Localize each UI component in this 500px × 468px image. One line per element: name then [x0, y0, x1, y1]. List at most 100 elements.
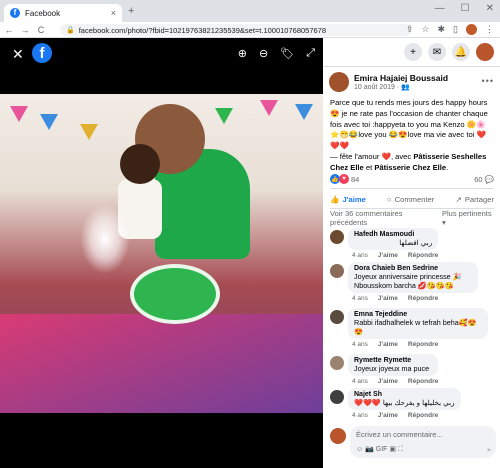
- new-tab-button[interactable]: +: [128, 5, 134, 17]
- child-head: [120, 144, 160, 184]
- post-header: Emira Hajaiej Boussaid 10 août 2019 · 👥: [329, 72, 448, 92]
- back-button[interactable]: ←: [2, 25, 16, 35]
- post-body: Parce que tu rends mes jours des happy h…: [330, 98, 488, 151]
- extensions-icon[interactable]: ✱: [438, 24, 446, 35]
- comment-bubble: Rymette Rymette Joyeux joyeux ma puce: [348, 354, 439, 376]
- divider: [330, 188, 494, 189]
- reaction-icons[interactable]: 👍 ♥ 84: [330, 174, 359, 184]
- comment-time[interactable]: 4 ans: [352, 252, 368, 259]
- post-actions: 👍 J'aime ○ Commenter ↗ Partager: [330, 192, 494, 206]
- minimize-button[interactable]: —: [435, 3, 445, 14]
- comment-time[interactable]: 4 ans: [352, 412, 368, 419]
- comment-item: Dora Chaieb Ben Sedrine Joyeux anniversa…: [330, 262, 478, 302]
- browser-menu-icon[interactable]: ⋮: [485, 24, 494, 35]
- forward-button[interactable]: →: [18, 25, 32, 35]
- see-previous-comments[interactable]: Voir 36 commentaires précédents: [330, 209, 430, 227]
- tagged-page-link[interactable]: Pâtisserie Chez Elle: [374, 163, 446, 172]
- commenter-avatar[interactable]: [330, 230, 344, 244]
- my-avatar[interactable]: [330, 428, 346, 444]
- post-end: .: [446, 162, 449, 172]
- author-name[interactable]: Emira Hajaiej Boussaid: [354, 73, 448, 83]
- comment-bubble: Emna Tejeddine Rabbi ifadhalhelek w tefr…: [348, 308, 488, 339]
- composer-icons[interactable]: ☺ 📷 GIF ▣ ⛶: [356, 445, 403, 454]
- comment-like-link[interactable]: J'aime: [378, 412, 398, 419]
- viewer-toolbar: ⊕ ⊖ 🏷 ⤢: [238, 47, 315, 60]
- comment-like-link[interactable]: J'aime: [378, 378, 398, 385]
- post-date[interactable]: 10 août 2019 · 👥: [354, 83, 448, 91]
- post-side-panel: + ✉ 🔔 Emira Hajaiej Boussaid 10 août 201…: [323, 38, 500, 468]
- browser-tab-bar: f Facebook × + — ☐ ✕: [0, 0, 500, 22]
- commenter-name[interactable]: Hafedh Masmoudi: [354, 231, 432, 238]
- comment-reply-link[interactable]: Répondre: [408, 341, 438, 348]
- comment-label: Commenter: [394, 194, 435, 204]
- comment-like-link[interactable]: J'aime: [378, 295, 398, 302]
- commenter-name[interactable]: Dora Chaieb Ben Sedrine: [354, 265, 472, 272]
- address-bar-row: ← → C 🔒 facebook.com/photo/?fbid=1021976…: [0, 22, 500, 38]
- comment-reply-link[interactable]: Répondre: [408, 378, 438, 385]
- comment-time[interactable]: 4 ans: [352, 295, 368, 302]
- sort-comments-dropdown[interactable]: Plus pertinents ▾: [442, 209, 494, 227]
- commenter-name[interactable]: Najet Sh: [354, 391, 455, 398]
- bunting-flag: [295, 104, 313, 120]
- comment-text: Rabbi ifadhalhelek w tefrah beha🥰😍😍: [354, 318, 477, 336]
- comment-item: Emna Tejeddine Rabbi ifadhalhelek w tefr…: [330, 308, 488, 348]
- comment-button[interactable]: ○ Commenter: [387, 195, 434, 204]
- close-viewer-icon[interactable]: ✕: [12, 46, 24, 63]
- comment-bubble: Najet Sh ❤️❤️❤️ ربي يخليلها و يفرحك بيها: [348, 388, 461, 410]
- tag-icon[interactable]: 🏷: [280, 47, 294, 60]
- commenter-avatar[interactable]: [330, 310, 344, 324]
- zoom-out-icon[interactable]: ⊖: [259, 47, 268, 60]
- comment-time[interactable]: 4 ans: [352, 341, 368, 348]
- account-avatar[interactable]: [476, 43, 494, 61]
- share-button[interactable]: ↗ Partager: [455, 195, 494, 204]
- reload-button[interactable]: C: [34, 25, 48, 35]
- bookmark-star-icon[interactable]: ☆: [421, 24, 429, 35]
- comment-like-link[interactable]: J'aime: [378, 252, 398, 259]
- sidebar-icon[interactable]: ▯: [453, 24, 458, 35]
- reactions-summary: 👍 ♥ 84 60 💬: [330, 173, 494, 185]
- commenter-name[interactable]: Rymette Rymette: [354, 357, 432, 364]
- comment-time[interactable]: 4 ans: [352, 378, 368, 385]
- commenter-avatar[interactable]: [330, 356, 344, 370]
- divider: [323, 66, 500, 67]
- post-photo[interactable]: [0, 94, 323, 413]
- commenter-avatar[interactable]: [330, 264, 344, 278]
- facebook-logo-icon[interactable]: f: [32, 43, 52, 63]
- url-bar[interactable]: 🔒 facebook.com/photo/?fbid=1021976382123…: [60, 24, 412, 36]
- messenger-icon[interactable]: ✉: [428, 43, 446, 61]
- fullscreen-icon[interactable]: ⤢: [306, 47, 315, 60]
- zoom-in-icon[interactable]: ⊕: [238, 47, 247, 60]
- comment-text: Joyeux joyeux ma puce: [354, 364, 430, 373]
- profile-avatar[interactable]: [466, 24, 477, 35]
- comment-meta: 4 ans J'aime Répondre: [348, 295, 478, 302]
- thumbs-up-icon: 👍: [330, 194, 340, 204]
- comment-bubble: Dora Chaieb Ben Sedrine Joyeux anniversa…: [348, 262, 478, 293]
- like-button[interactable]: 👍 J'aime: [330, 195, 366, 204]
- like-label: J'aime: [342, 194, 366, 204]
- tab-close-icon[interactable]: ×: [111, 8, 116, 18]
- sparkler: [80, 204, 130, 274]
- browser-tab[interactable]: f Facebook ×: [4, 4, 122, 22]
- photo-viewer: ✕ f ⊕ ⊖ 🏷 ⤢: [0, 38, 323, 468]
- comment-like-link[interactable]: J'aime: [378, 341, 398, 348]
- comment-reply-link[interactable]: Répondre: [408, 252, 438, 259]
- comment-bubble: Hafedh Masmoudi ربي افضلها: [348, 228, 439, 250]
- create-plus-icon[interactable]: +: [404, 43, 422, 61]
- author-avatar[interactable]: [329, 72, 349, 92]
- share-icon[interactable]: ⇪: [406, 24, 414, 35]
- comment-reply-link[interactable]: Répondre: [408, 295, 438, 302]
- reaction-count[interactable]: 84: [351, 175, 359, 184]
- share-arrow-icon: ↗: [455, 194, 462, 204]
- comment-reply-link[interactable]: Répondre: [408, 412, 438, 419]
- maximize-button[interactable]: ☐: [461, 3, 470, 14]
- commenter-name[interactable]: Emna Tejeddine: [354, 311, 482, 318]
- comment-composer: Écrivez un commentaire... ☺ 📷 GIF ▣ ⛶ ➤: [330, 426, 496, 458]
- post-text: Parce que tu rends mes jours des happy h…: [330, 98, 494, 174]
- notifications-bell-icon[interactable]: 🔔: [452, 43, 470, 61]
- comment-count[interactable]: 60 💬: [474, 175, 494, 184]
- comment-text: ❤️❤️❤️ ربي يخليلها و يفرحك بيها: [354, 398, 455, 407]
- send-icon[interactable]: ➤: [486, 446, 492, 454]
- more-options-icon[interactable]: •••: [482, 76, 494, 86]
- commenter-avatar[interactable]: [330, 390, 344, 404]
- window-close-button[interactable]: ✕: [486, 3, 494, 14]
